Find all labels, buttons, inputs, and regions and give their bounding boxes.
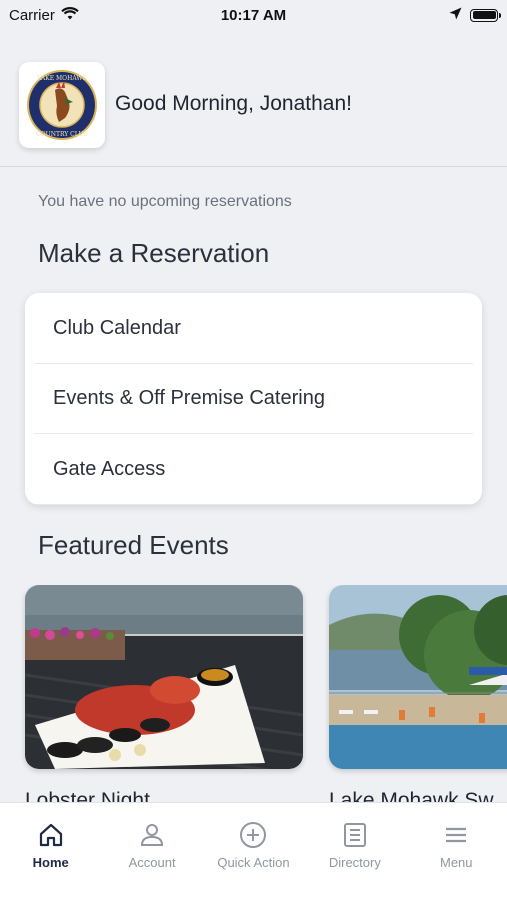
list-item-label: Gate Access (53, 457, 166, 480)
status-bar: Carrier 10:17 AM (0, 0, 507, 30)
club-logo: LAKE MOHAWK COUNTRY CLUB (19, 62, 105, 148)
gate-access-item[interactable]: Gate Access (25, 434, 482, 505)
status-left: Carrier (9, 6, 79, 24)
event-card-lobster-night[interactable]: Lobster Night (25, 585, 303, 805)
wifi-icon (61, 6, 79, 24)
make-reservation-title: Make a Reservation (38, 238, 270, 268)
location-arrow-icon (449, 7, 462, 24)
svg-text:COUNTRY CLUB: COUNTRY CLUB (36, 131, 88, 138)
tab-menu[interactable]: Menu (406, 821, 506, 900)
tab-directory[interactable]: Directory (305, 821, 405, 900)
tab-bar: Home Account Quick Action Directory Menu (0, 802, 507, 900)
svg-text:LAKE MOHAWK: LAKE MOHAWK (37, 75, 88, 82)
tab-home[interactable]: Home (1, 821, 101, 900)
tab-label: Menu (439, 855, 473, 870)
tab-account[interactable]: Account (102, 821, 202, 900)
list-item-label: Events & Off Premise Catering (53, 387, 325, 410)
greeting-text: Good Morning, Jonathan! (115, 92, 352, 115)
list-item-label: Club Calendar (53, 316, 181, 339)
battery-icon (470, 8, 501, 22)
events-catering-item[interactable]: Events & Off Premise Catering (25, 364, 482, 435)
reservation-options-card: Club Calendar Events & Off Premise Cater… (25, 293, 482, 505)
tab-quick-action[interactable]: Quick Action (203, 821, 303, 900)
club-calendar-item[interactable]: Club Calendar (25, 293, 482, 364)
status-right (449, 7, 501, 24)
carrier-label: Carrier (9, 6, 55, 24)
tab-label: Directory (328, 855, 381, 870)
club-seal-icon: LAKE MOHAWK COUNTRY CLUB (27, 70, 97, 140)
no-reservations-message: You have no upcoming reservations (38, 193, 292, 210)
home-icon (39, 823, 62, 847)
tab-label: Quick Action (217, 855, 290, 870)
header: LAKE MOHAWK COUNTRY CLUB Good Morning, J… (0, 30, 507, 167)
event-image (25, 585, 303, 769)
account-icon (141, 824, 164, 846)
tab-label: Account (128, 855, 176, 870)
directory-icon (343, 823, 366, 847)
event-card-lake-mohawk-swim[interactable]: Lake Mohawk Sw (329, 585, 507, 805)
featured-events-carousel[interactable]: Lobster Night Lake Mohawk Sw (0, 585, 507, 805)
tab-label: Home (32, 855, 69, 870)
featured-events-title: Featured Events (38, 530, 229, 560)
event-image (329, 585, 507, 769)
menu-icon (446, 827, 467, 843)
plus-circle-icon (240, 822, 267, 848)
